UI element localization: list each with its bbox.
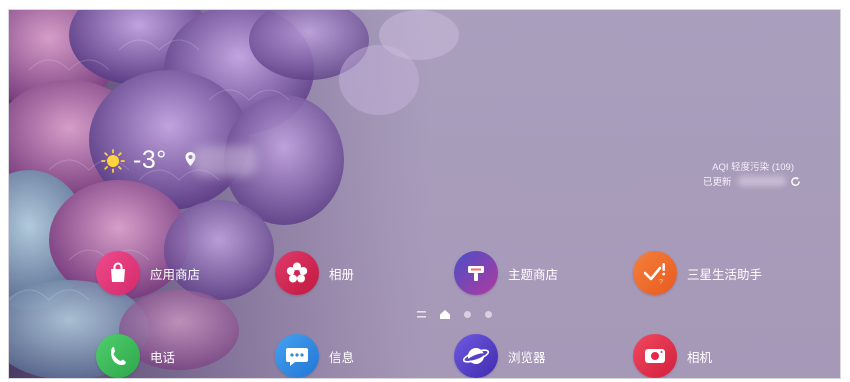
dock-phone[interactable]: 电话 <box>96 334 175 378</box>
shopping-bag-icon <box>96 251 140 295</box>
update-time-redacted <box>737 176 786 186</box>
pages-list-icon <box>417 311 426 318</box>
dock-browser[interactable]: 浏览器 <box>454 334 546 378</box>
app-gallery[interactable]: 相册 <box>275 251 354 295</box>
page-dot <box>464 311 471 318</box>
camera-icon <box>633 334 677 378</box>
page-dot <box>485 311 492 318</box>
chat-icon <box>275 334 319 378</box>
sun-icon <box>101 148 125 173</box>
location-name-redacted <box>193 146 257 176</box>
app-label: 应用商店 <box>150 267 201 282</box>
app-label: 浏览器 <box>508 350 546 365</box>
page-indicator[interactable] <box>417 310 506 319</box>
updated-label: 已更新 <box>703 177 732 188</box>
app-label: 电话 <box>150 350 176 365</box>
update-status: 已更新 <box>703 174 801 188</box>
flower-icon <box>275 251 319 295</box>
home-page-icon <box>440 310 450 319</box>
temperature: -3° <box>133 146 167 174</box>
refresh-icon[interactable] <box>790 176 801 187</box>
weather-widget[interactable]: -3° <box>101 146 196 175</box>
app-label: 三星生活助手 <box>687 267 763 282</box>
app-label: 相机 <box>687 350 713 365</box>
paint-brush-icon <box>454 251 498 295</box>
aqi-status: AQI 轻度污染 (109) <box>712 162 794 173</box>
app-label: 主题商店 <box>508 267 559 282</box>
app-samsung-assistant[interactable]: ? 三星生活助手 <box>633 251 762 295</box>
app-label: 相册 <box>329 267 355 282</box>
dock-camera[interactable]: 相机 <box>633 334 712 378</box>
planet-icon <box>454 334 498 378</box>
app-label: 信息 <box>329 350 355 365</box>
home-screen: -3° AQI 轻度污染 (109) 已更新 应用商店 相册 主题商店 ? 三星… <box>8 9 841 379</box>
phone-icon <box>96 334 140 378</box>
app-app-store[interactable]: 应用商店 <box>96 251 200 295</box>
svg-text:?: ? <box>659 279 663 286</box>
dock-messages[interactable]: 信息 <box>275 334 354 378</box>
checkmark-alert-icon: ? <box>633 251 677 295</box>
app-theme-store[interactable]: 主题商店 <box>454 251 558 295</box>
wallpaper-image <box>9 10 459 378</box>
